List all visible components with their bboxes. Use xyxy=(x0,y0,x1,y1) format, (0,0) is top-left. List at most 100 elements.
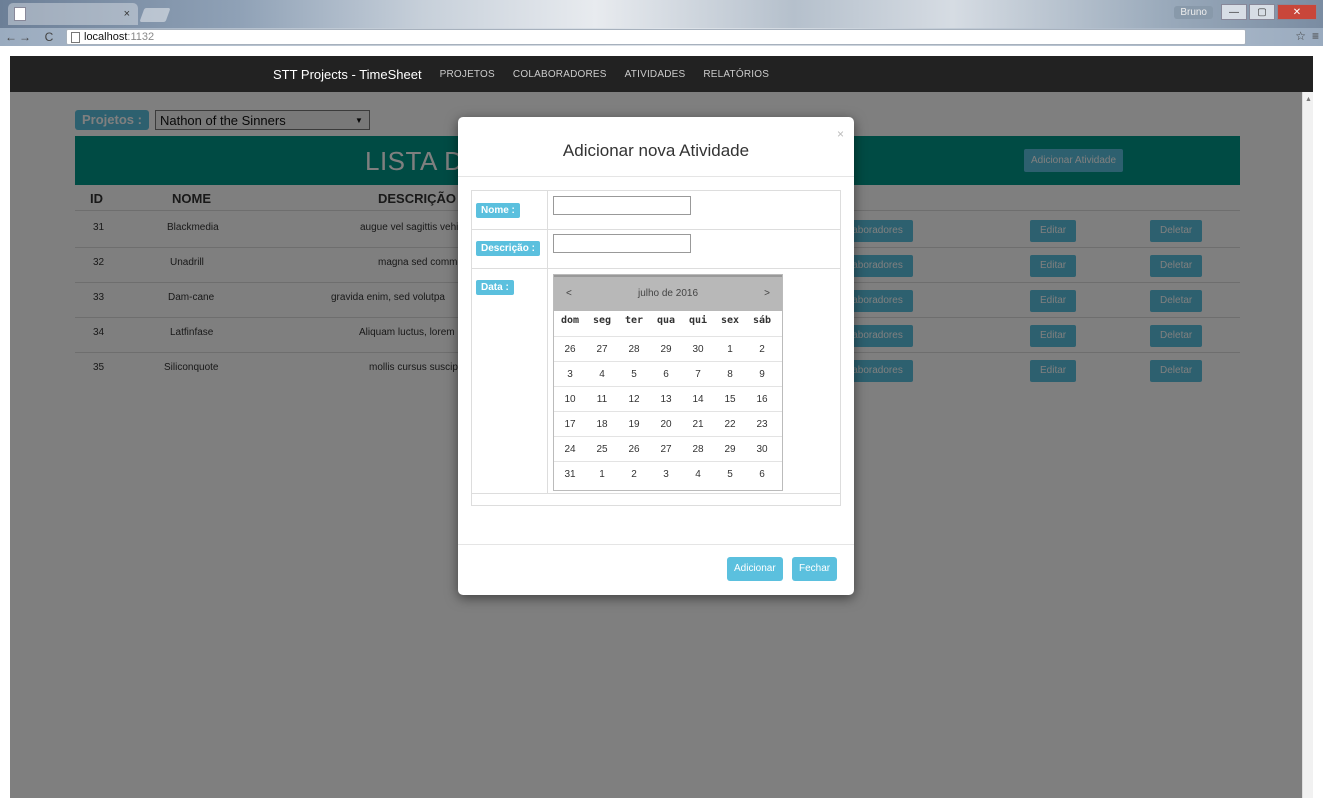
next-month-icon[interactable]: > xyxy=(764,288,770,299)
calendar-day[interactable]: 16 xyxy=(746,394,778,405)
form-divider xyxy=(472,493,840,494)
add-activity-modal: × Adicionar nova Atividade Nome : Descri… xyxy=(458,117,854,595)
reload-icon[interactable]: C xyxy=(42,30,56,44)
calendar-day[interactable]: 30 xyxy=(682,344,714,355)
add-button[interactable]: Adicionar xyxy=(727,557,783,581)
page-icon xyxy=(71,31,80,43)
calendar-day[interactable]: 28 xyxy=(682,444,714,455)
browser-tab[interactable]: × xyxy=(8,3,138,25)
weekday-label: qua xyxy=(656,315,676,326)
calendar-day[interactable]: 2 xyxy=(618,469,650,480)
date-picker: < julho de 2016 > dom seg ter qua qui sex sáb … xyxy=(553,274,783,491)
maximize-icon[interactable]: ▢ xyxy=(1249,4,1275,20)
browser-titlebar: × Bruno — ▢ ✕ xyxy=(0,0,1323,28)
calendar-week: 3456789 xyxy=(554,361,782,386)
calendar-day[interactable]: 24 xyxy=(554,444,586,455)
calendar-day[interactable]: 13 xyxy=(650,394,682,405)
back-arrow-icon[interactable]: ← xyxy=(4,30,18,44)
new-tab-button[interactable] xyxy=(139,8,171,22)
form-divider xyxy=(472,229,840,230)
app-navbar: STT Projects - TimeSheet PROJETOS COLABO… xyxy=(10,56,1313,92)
calendar-day[interactable]: 9 xyxy=(746,369,778,380)
weekday-label: seg xyxy=(592,315,612,326)
nav-colaboradores[interactable]: COLABORADORES xyxy=(513,69,607,80)
calendar-day[interactable]: 18 xyxy=(586,419,618,430)
calendar-day[interactable]: 1 xyxy=(714,344,746,355)
calendar-week: 31 1 2 3 4 5 6 xyxy=(554,461,782,486)
calendar-day[interactable]: 20 xyxy=(650,419,682,430)
url-port: :1132 xyxy=(127,31,155,43)
calendar-day[interactable]: 27 xyxy=(586,344,618,355)
calendar-day[interactable]: 4 xyxy=(586,369,618,380)
tab-close-icon[interactable]: × xyxy=(124,8,130,20)
calendar-day[interactable]: 22 xyxy=(714,419,746,430)
menu-icon[interactable]: ≡ xyxy=(1312,29,1319,43)
calendar-day[interactable]: 8 xyxy=(714,369,746,380)
calendar-day[interactable]: 3 xyxy=(554,369,586,380)
calendar-week: 24 25 26 27 28 29 30 xyxy=(554,436,782,461)
calendar-day[interactable]: 6 xyxy=(650,369,682,380)
page-icon xyxy=(14,7,26,21)
bookmark-star-icon[interactable]: ☆ xyxy=(1295,29,1306,43)
calendar-week: 17 18 19 20 21 22 23 xyxy=(554,411,782,436)
descricao-label: Descrição : xyxy=(476,241,540,256)
calendar-day[interactable]: 2 xyxy=(746,344,778,355)
window-controls: Bruno — ▢ ✕ xyxy=(1174,4,1317,20)
calendar-week: 26 27 28 29 30 1 2 xyxy=(554,336,782,361)
calendar-day[interactable]: 7 xyxy=(682,369,714,380)
calendar-day[interactable]: 31 xyxy=(554,469,586,480)
calendar-day[interactable]: 11 xyxy=(586,394,618,405)
calendar-day[interactable]: 17 xyxy=(554,419,586,430)
nav-atividades[interactable]: ATIVIDADES xyxy=(625,69,686,80)
scroll-up-icon[interactable]: ▲ xyxy=(1305,96,1312,103)
calendar-day[interactable]: 19 xyxy=(618,419,650,430)
activity-form: Nome : Descrição : Data : < julho de 201… xyxy=(471,190,841,506)
brand-link[interactable]: STT Projects - TimeSheet xyxy=(273,67,422,82)
calendar-day[interactable]: 5 xyxy=(618,369,650,380)
forward-arrow-icon[interactable]: → xyxy=(18,30,32,44)
calendar-day[interactable]: 29 xyxy=(714,444,746,455)
calendar-day[interactable]: 4 xyxy=(682,469,714,480)
calendar-day[interactable]: 30 xyxy=(746,444,778,455)
calendar-day[interactable]: 12 xyxy=(618,394,650,405)
nav-relatorios[interactable]: RELATÓRIOS xyxy=(703,69,769,80)
calendar-week: 10 11 12 13 14 15 16 xyxy=(554,386,782,411)
url-host: localhost xyxy=(84,31,128,43)
profile-badge[interactable]: Bruno xyxy=(1174,5,1213,19)
form-divider xyxy=(472,268,840,269)
calendar-day[interactable]: 28 xyxy=(618,344,650,355)
calendar-day[interactable]: 25 xyxy=(586,444,618,455)
modal-close-icon[interactable]: × xyxy=(837,127,844,141)
weekday-label: sex xyxy=(720,315,740,326)
weekday-label: qui xyxy=(688,315,708,326)
calendar-day[interactable]: 29 xyxy=(650,344,682,355)
calendar-day[interactable]: 3 xyxy=(650,469,682,480)
calendar-day[interactable]: 5 xyxy=(714,469,746,480)
nav-projetos[interactable]: PROJETOS xyxy=(440,69,495,80)
nome-input[interactable] xyxy=(553,196,691,215)
calendar-day[interactable]: 23 xyxy=(746,419,778,430)
minimize-icon[interactable]: — xyxy=(1221,4,1247,20)
weekday-row: dom seg ter qua qui sex sáb xyxy=(554,315,782,335)
modal-header-divider xyxy=(458,176,854,177)
calendar-day[interactable]: 1 xyxy=(586,469,618,480)
calendar-month[interactable]: julho de 2016 xyxy=(554,288,782,299)
calendar-day[interactable]: 6 xyxy=(746,469,778,480)
data-label: Data : xyxy=(476,280,514,295)
calendar-day[interactable]: 26 xyxy=(554,344,586,355)
calendar-header: < julho de 2016 > xyxy=(554,275,782,311)
calendar-day[interactable]: 26 xyxy=(618,444,650,455)
calendar-day[interactable]: 10 xyxy=(554,394,586,405)
form-divider xyxy=(547,191,548,493)
calendar-day[interactable]: 21 xyxy=(682,419,714,430)
weekday-label: dom xyxy=(560,315,580,326)
browser-toolbar: ← → C localhost:1132 ☆ ≡ xyxy=(0,28,1323,46)
calendar-day[interactable]: 15 xyxy=(714,394,746,405)
close-button[interactable]: Fechar xyxy=(792,557,838,581)
descricao-input[interactable] xyxy=(553,234,691,253)
address-bar[interactable]: localhost:1132 xyxy=(66,29,1246,45)
window-close-icon[interactable]: ✕ xyxy=(1277,4,1317,20)
page-scrollbar[interactable]: ▲ xyxy=(1302,92,1313,798)
calendar-day[interactable]: 14 xyxy=(682,394,714,405)
calendar-day[interactable]: 27 xyxy=(650,444,682,455)
